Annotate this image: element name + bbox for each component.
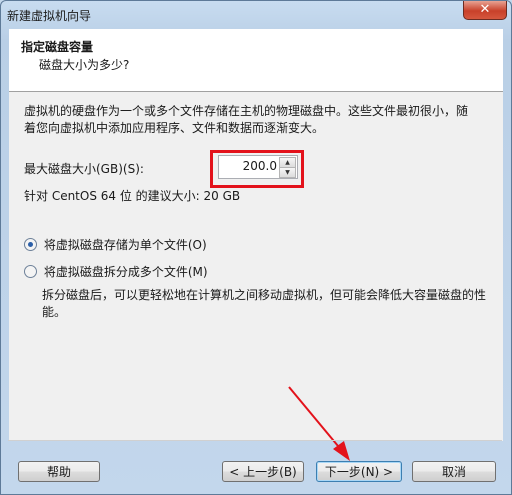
title-bar: 新建虚拟机向导 ✕ — [1, 1, 511, 29]
radio-split-files[interactable]: 将虚拟磁盘拆分成多个文件(M) — [24, 263, 208, 280]
disk-description: 虚拟机的硬盘作为一个或多个文件存储在主机的物理磁盘中。这些文件最初很小，随着您向… — [24, 104, 469, 135]
radio-unchecked-icon[interactable] — [24, 265, 37, 278]
split-description: 拆分磁盘后，可以更轻松地在计算机之间移动虚拟机，但可能会降低大容量磁盘的性能。 — [42, 288, 487, 319]
radio-single-file-label: 将虚拟磁盘存储为单个文件(O) — [43, 238, 207, 252]
page-subtitle: 磁盘大小为多少? — [39, 58, 130, 72]
radio-split-files-label: 将虚拟磁盘拆分成多个文件(M) — [43, 265, 208, 279]
radio-single-file[interactable]: 将虚拟磁盘存储为单个文件(O) — [24, 236, 207, 253]
page-title: 指定磁盘容量 — [21, 40, 94, 54]
cancel-button[interactable]: 取消 — [412, 461, 496, 482]
window-title: 新建虚拟机向导 — [7, 9, 92, 23]
help-button[interactable]: 帮助 — [18, 461, 100, 482]
next-button[interactable]: 下一步(N) > — [316, 461, 402, 482]
close-button[interactable]: ✕ — [463, 1, 507, 20]
wizard-header: 指定磁盘容量 磁盘大小为多少? — [9, 29, 503, 92]
back-button[interactable]: < 上一步(B) — [222, 461, 304, 482]
radio-checked-icon[interactable] — [24, 238, 37, 251]
max-disk-size-label: 最大磁盘大小(GB)(S): — [24, 162, 144, 176]
recommended-size-text: 针对 CentOS 64 位 的建议大小: 20 GB — [24, 189, 241, 203]
red-highlight-box — [210, 150, 304, 188]
footer-divider — [8, 440, 502, 441]
